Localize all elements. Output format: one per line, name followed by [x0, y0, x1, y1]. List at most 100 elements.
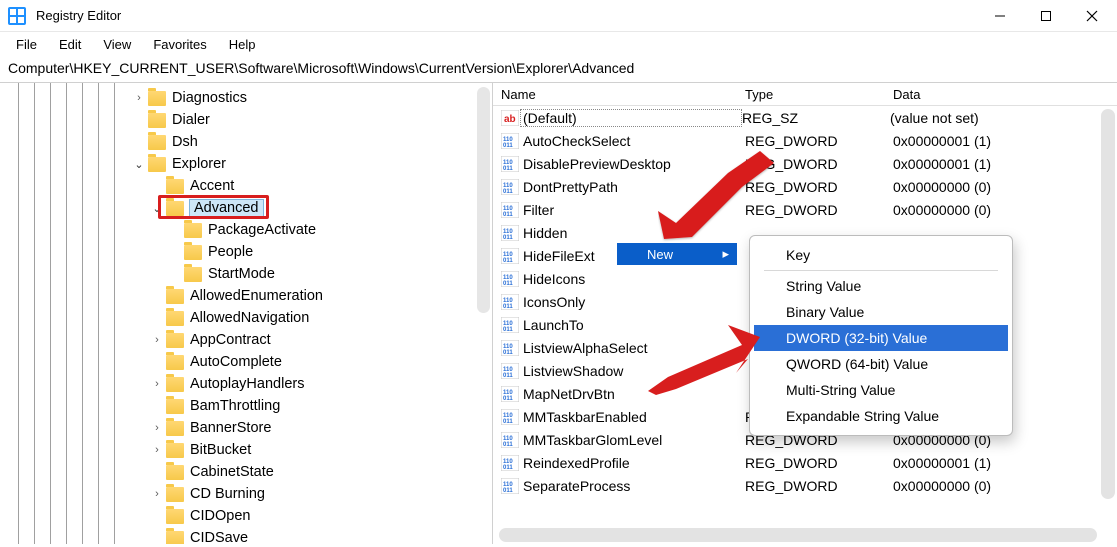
tree-scrollbar[interactable] [477, 87, 490, 313]
tree-item-explorer[interactable]: ⌄Explorer [0, 153, 492, 175]
chevron-right-icon[interactable]: › [150, 334, 164, 346]
col-data[interactable]: Data [893, 87, 1117, 102]
value-row[interactable]: 110011FilterREG_DWORD0x00000000 (0) [493, 198, 1117, 221]
context-flyout[interactable]: Key String ValueBinary ValueDWORD (32-bit… [749, 235, 1013, 436]
flyout-item-multi-string-value[interactable]: Multi-String Value [754, 377, 1008, 403]
menu-view[interactable]: View [93, 35, 141, 54]
chevron-right-icon[interactable]: › [150, 378, 164, 390]
tree-item-diagnostics[interactable]: ›Diagnostics [0, 87, 492, 109]
folder-icon [148, 157, 166, 172]
col-type[interactable]: Type [745, 87, 893, 102]
list-hscrollbar[interactable] [499, 528, 1097, 542]
tree-item-packageactivate[interactable]: PackageActivate [0, 219, 492, 241]
value-data: 0x00000000 (0) [893, 478, 1117, 494]
svg-text:011: 011 [503, 235, 513, 241]
value-row[interactable]: 110011DisablePreviewDesktopREG_DWORD0x00… [493, 152, 1117, 175]
value-name: ListviewShadow [523, 363, 745, 379]
folder-icon [184, 223, 202, 238]
folder-icon [166, 421, 184, 436]
submenu-label: New [647, 247, 673, 262]
value-name: IconsOnly [523, 294, 745, 310]
separator [764, 270, 998, 271]
menu-help[interactable]: Help [219, 35, 266, 54]
columns-header: Name Type Data [493, 83, 1117, 106]
chevron-right-icon[interactable]: › [132, 92, 146, 104]
value-name: (Default) [520, 109, 742, 127]
svg-text:011: 011 [503, 281, 513, 287]
folder-icon [166, 201, 184, 216]
flyout-item-expandable-string-value[interactable]: Expandable String Value [754, 403, 1008, 429]
value-name: MMTaskbarGlomLevel [523, 432, 745, 448]
tree-item-bamthrottling[interactable]: BamThrottling [0, 395, 492, 417]
value-data: 0x00000000 (0) [893, 202, 1117, 218]
tree-label: CD Burning [190, 486, 265, 502]
binary-value-icon: 110011 [501, 133, 519, 149]
binary-value-icon: 110011 [501, 317, 519, 333]
chevron-right-icon[interactable]: › [150, 444, 164, 456]
flyout-item-binary-value[interactable]: Binary Value [754, 299, 1008, 325]
folder-icon [166, 531, 184, 545]
value-row[interactable]: 110011ReindexedProfileREG_DWORD0x0000000… [493, 451, 1117, 474]
list-vscrollbar[interactable] [1101, 109, 1115, 499]
tree-item-people[interactable]: People [0, 241, 492, 263]
tree-label: CabinetState [190, 464, 274, 480]
chevron-right-icon[interactable]: › [150, 422, 164, 434]
tree-item-dialer[interactable]: Dialer [0, 109, 492, 131]
tree-item-cidsave[interactable]: CIDSave [0, 527, 492, 544]
close-button[interactable] [1069, 0, 1115, 32]
tree-item-bannerstore[interactable]: ›BannerStore [0, 417, 492, 439]
minimize-button[interactable] [977, 0, 1023, 32]
tree-item-allowedenumeration[interactable]: AllowedEnumeration [0, 285, 492, 307]
flyout-item-key[interactable]: Key [754, 242, 1008, 268]
value-name: MMTaskbarEnabled [523, 409, 745, 425]
tree-list[interactable]: ›DiagnosticsDialerDsh⌄ExplorerAccent⌄Adv… [0, 83, 492, 544]
value-row[interactable]: 110011SeparateProcessREG_DWORD0x00000000… [493, 474, 1117, 497]
svg-text:011: 011 [503, 143, 513, 149]
tree-item-bitbucket[interactable]: ›BitBucket [0, 439, 492, 461]
chevron-down-icon[interactable]: ⌄ [150, 202, 164, 215]
tree-item-dsh[interactable]: Dsh [0, 131, 492, 153]
tree-item-accent[interactable]: Accent [0, 175, 492, 197]
binary-value-icon: 110011 [501, 225, 519, 241]
tree-item-cabinetstate[interactable]: CabinetState [0, 461, 492, 483]
value-row[interactable]: ab(Default)REG_SZ(value not set) [493, 106, 1117, 129]
svg-text:011: 011 [503, 212, 513, 218]
address-path: Computer\HKEY_CURRENT_USER\Software\Micr… [8, 60, 634, 76]
svg-text:011: 011 [503, 327, 513, 333]
tree-item-cidopen[interactable]: CIDOpen [0, 505, 492, 527]
menu-edit[interactable]: Edit [49, 35, 91, 54]
value-type: REG_DWORD [745, 202, 893, 218]
svg-text:011: 011 [503, 465, 513, 471]
menu-file[interactable]: File [6, 35, 47, 54]
value-row[interactable]: 110011DontPrettyPathREG_DWORD0x00000000 … [493, 175, 1117, 198]
folder-icon [166, 487, 184, 502]
value-name: LaunchTo [523, 317, 745, 333]
value-name: DisablePreviewDesktop [523, 156, 745, 172]
tree-item-autoplayhandlers[interactable]: ›AutoplayHandlers [0, 373, 492, 395]
flyout-item-dword-32-bit-value[interactable]: DWORD (32-bit) Value [754, 325, 1008, 351]
binary-value-icon: 110011 [501, 455, 519, 471]
tree-label: CIDSave [190, 530, 248, 544]
tree-item-allowednavigation[interactable]: AllowedNavigation [0, 307, 492, 329]
tree-item-startmode[interactable]: StartMode [0, 263, 492, 285]
folder-icon [166, 399, 184, 414]
flyout-item-qword-64-bit-value[interactable]: QWORD (64-bit) Value [754, 351, 1008, 377]
tree-item-appcontract[interactable]: ›AppContract [0, 329, 492, 351]
tree-label: PackageActivate [208, 222, 316, 238]
window-title: Registry Editor [36, 8, 121, 23]
tree-item-cd-burning[interactable]: › CD Burning [0, 483, 492, 505]
maximize-button[interactable] [1023, 0, 1069, 32]
chevron-down-icon[interactable]: ⌄ [132, 158, 146, 171]
tree-item-autocomplete[interactable]: AutoComplete [0, 351, 492, 373]
value-row[interactable]: 110011AutoCheckSelectREG_DWORD0x00000001… [493, 129, 1117, 152]
context-submenu-new[interactable]: New ▸ [617, 243, 737, 265]
tree-item-advanced[interactable]: ⌄Advanced [0, 197, 492, 219]
col-name[interactable]: Name [497, 87, 745, 102]
flyout-item-string-value[interactable]: String Value [754, 273, 1008, 299]
binary-value-icon: 110011 [501, 156, 519, 172]
value-name: ListviewAlphaSelect [523, 340, 745, 356]
chevron-right-icon[interactable]: › [150, 488, 164, 500]
address-bar[interactable]: Computer\HKEY_CURRENT_USER\Software\Micr… [0, 56, 1117, 83]
menu-favorites[interactable]: Favorites [143, 35, 216, 54]
value-name: ReindexedProfile [523, 455, 745, 471]
